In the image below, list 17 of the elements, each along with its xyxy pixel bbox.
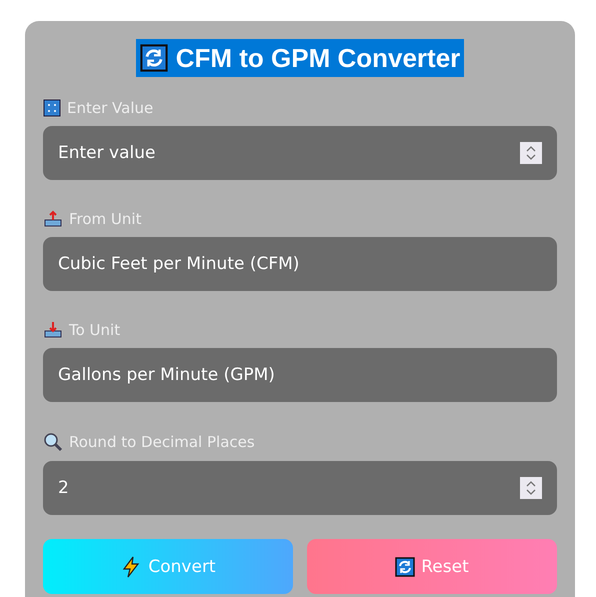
unit-field[interactable]: Cubic Feet per Minute (CFM) [43,237,557,291]
unit-field[interactable]: Gallons per Minute (GPM) [43,348,557,402]
inbox-icon [43,321,63,339]
search-icon [43,432,63,452]
field-label: To Unit [69,321,120,339]
field-label: From Unit [69,210,142,228]
field-label: Enter Value [67,99,154,117]
refresh-icon [395,556,416,576]
refresh-icon [140,44,168,72]
numbers-icon [43,99,61,117]
number-field[interactable]: Enter value [43,126,557,180]
field-label: Round to Decimal Places [69,433,255,451]
outbox-icon [43,210,63,228]
spinner-icon[interactable] [520,142,542,164]
page-title: CFM to GPM Converter [136,39,464,77]
spinner-icon[interactable] [520,477,542,499]
number-field[interactable]: 2 [43,461,557,515]
